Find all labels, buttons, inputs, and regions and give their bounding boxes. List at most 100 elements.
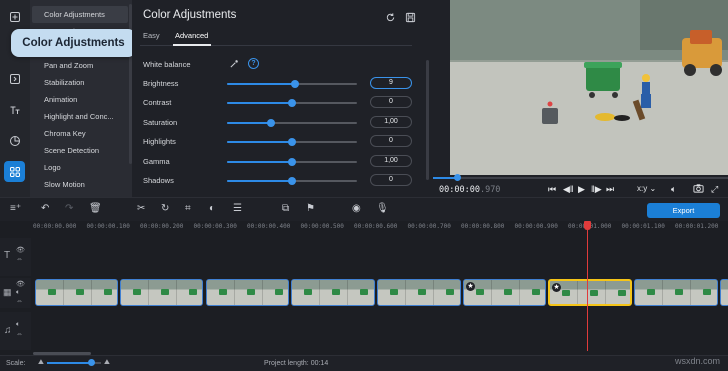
link-icon[interactable]: ⇔ (16, 256, 23, 263)
adjust-slider[interactable] (227, 158, 357, 166)
panel-title: Color Adjustments (143, 9, 237, 21)
title-track[interactable] (33, 238, 728, 276)
tool-animation[interactable]: Animation (32, 91, 128, 108)
audio-track[interactable] (33, 312, 728, 350)
video-clip[interactable] (377, 279, 461, 306)
overlay-icon[interactable]: ⧉ (282, 203, 289, 215)
go-to-start-icon[interactable]: ⏮ (548, 183, 556, 195)
save-preset-icon[interactable] (404, 12, 416, 24)
more-tools-icon[interactable] (4, 161, 25, 182)
tool-pan-and-zoom[interactable]: Pan and Zoom (32, 57, 128, 74)
volume-icon[interactable]: 🔈︎ (671, 183, 676, 195)
color-adjust-icon[interactable]: ◐ (209, 203, 215, 215)
adjust-slider-handle[interactable] (290, 80, 299, 88)
video-clip[interactable] (120, 279, 203, 306)
visibility-icon[interactable]: 👁︎ (16, 246, 25, 254)
scale-slider[interactable] (47, 359, 101, 366)
adjust-label: Saturation (143, 118, 178, 127)
adjust-value-input[interactable]: 9 (370, 77, 412, 89)
link-icon[interactable]: ⇔ (16, 298, 23, 305)
go-to-end-icon[interactable]: ⏭ (606, 183, 614, 195)
adjust-value-input[interactable]: 1,00 (370, 155, 412, 167)
delete-icon[interactable]: 🗑︎ (89, 203, 102, 215)
redo-icon[interactable]: ↷ (65, 203, 73, 215)
mute-icon[interactable]: 🔈︎ (16, 289, 20, 297)
playhead-handle[interactable] (584, 221, 591, 230)
video-clip[interactable] (291, 279, 375, 306)
tool-logo[interactable]: Logo (32, 159, 128, 176)
marker-flag-icon[interactable]: ⚑ (306, 203, 315, 215)
next-frame-icon[interactable]: ‖▶ (591, 183, 602, 195)
adjust-value-input[interactable]: 1,00 (370, 116, 412, 128)
thumbnail-detail (275, 289, 283, 295)
titles-icon[interactable] (4, 99, 25, 120)
video-clip[interactable]: ★ (463, 279, 546, 306)
snapshot-icon[interactable] (693, 183, 704, 196)
tool-slow-motion[interactable]: Slow Motion (32, 176, 128, 193)
adjust-slider[interactable] (227, 99, 357, 107)
play-icon[interactable]: ▶ (578, 183, 585, 195)
adjust-slider-handle[interactable] (288, 177, 296, 185)
transitions-icon[interactable] (4, 68, 25, 89)
video-clip[interactable] (634, 279, 718, 306)
adjust-slider-fill (227, 83, 295, 85)
tool-chroma-key[interactable]: Chroma Key (32, 125, 128, 142)
reset-icon[interactable] (384, 12, 396, 24)
tool-scene-detection[interactable]: Scene Detection (32, 142, 128, 159)
help-icon[interactable]: ? (248, 58, 259, 69)
adjust-value-input[interactable]: 0 (370, 174, 412, 186)
thumbnail-detail (161, 289, 169, 295)
tab-easy[interactable]: Easy (143, 31, 160, 40)
adjust-slider-handle[interactable] (288, 158, 296, 166)
adjust-value-input[interactable]: 0 (370, 135, 412, 147)
tool-color-adjustments[interactable]: Color Adjustments (32, 6, 128, 23)
clip-thumbnail (578, 281, 606, 304)
stickers-icon[interactable] (4, 130, 25, 151)
video-clip[interactable] (35, 279, 118, 306)
adjust-label: Brightness (143, 79, 179, 88)
visibility-icon[interactable]: 👁︎ (16, 280, 25, 288)
tab-advanced[interactable]: Advanced (175, 31, 208, 40)
import-icon[interactable] (4, 6, 25, 27)
add-track-icon[interactable]: ≡⁺ (10, 203, 21, 215)
aspect-ratio-select[interactable]: x:y ⌄ (637, 183, 656, 195)
previous-frame-icon[interactable]: ◀‖ (563, 183, 574, 195)
adjust-slider-handle[interactable] (267, 119, 276, 127)
playhead[interactable] (587, 221, 588, 351)
export-button[interactable]: Export (647, 203, 720, 218)
zoom-out-icon[interactable]: ⛰︎ (38, 359, 44, 367)
undo-icon[interactable]: ↶ (41, 203, 49, 215)
clip-properties-icon[interactable]: ☰ (233, 203, 242, 215)
webcam-record-icon[interactable]: ◉ (352, 203, 361, 215)
mute-icon[interactable]: 🔈︎ (16, 321, 20, 329)
rotate-icon[interactable]: ↻ (161, 203, 169, 215)
video-clip[interactable] (206, 279, 289, 306)
playback-progress[interactable] (433, 174, 728, 181)
fullscreen-icon[interactable]: ⤢ (711, 183, 718, 195)
panel-scrollbar[interactable] (426, 60, 429, 180)
eyedropper-icon[interactable] (229, 58, 240, 71)
voiceover-mic-icon[interactable]: 🎙︎ (376, 203, 389, 215)
tool-stabilization[interactable]: Stabilization (32, 74, 128, 91)
time-ruler[interactable]: 00:00:00.000 00:00:00.100 00:00:00.200 00:0… (33, 221, 728, 235)
link-icon[interactable]: ⇔ (16, 331, 23, 338)
clip-thumbnail (348, 280, 374, 305)
adjust-slider[interactable] (227, 119, 357, 127)
video-clip[interactable] (720, 279, 728, 306)
adjust-slider-handle[interactable] (288, 99, 296, 107)
cut-icon[interactable]: ✂︎ (137, 203, 145, 215)
scale-slider-fill (47, 362, 92, 364)
zoom-in-icon[interactable]: ⛰︎ (104, 359, 110, 367)
video-preview[interactable] (450, 0, 728, 175)
adjust-slider-handle[interactable] (288, 138, 296, 146)
adjust-slider[interactable] (227, 138, 357, 146)
tool-highlight-and-conceal[interactable]: Highlight and Conc... (32, 108, 128, 125)
video-clip-selected[interactable]: ★ (548, 279, 632, 306)
playback-progress-handle[interactable] (453, 174, 461, 181)
adjust-value-input[interactable]: 0 (370, 96, 412, 108)
adjust-slider[interactable] (227, 80, 357, 88)
crop-icon[interactable]: ⌗ (185, 203, 191, 215)
adjust-slider-fill (227, 180, 292, 182)
adjust-slider[interactable] (227, 177, 357, 185)
scale-label: Scale: (6, 360, 26, 367)
